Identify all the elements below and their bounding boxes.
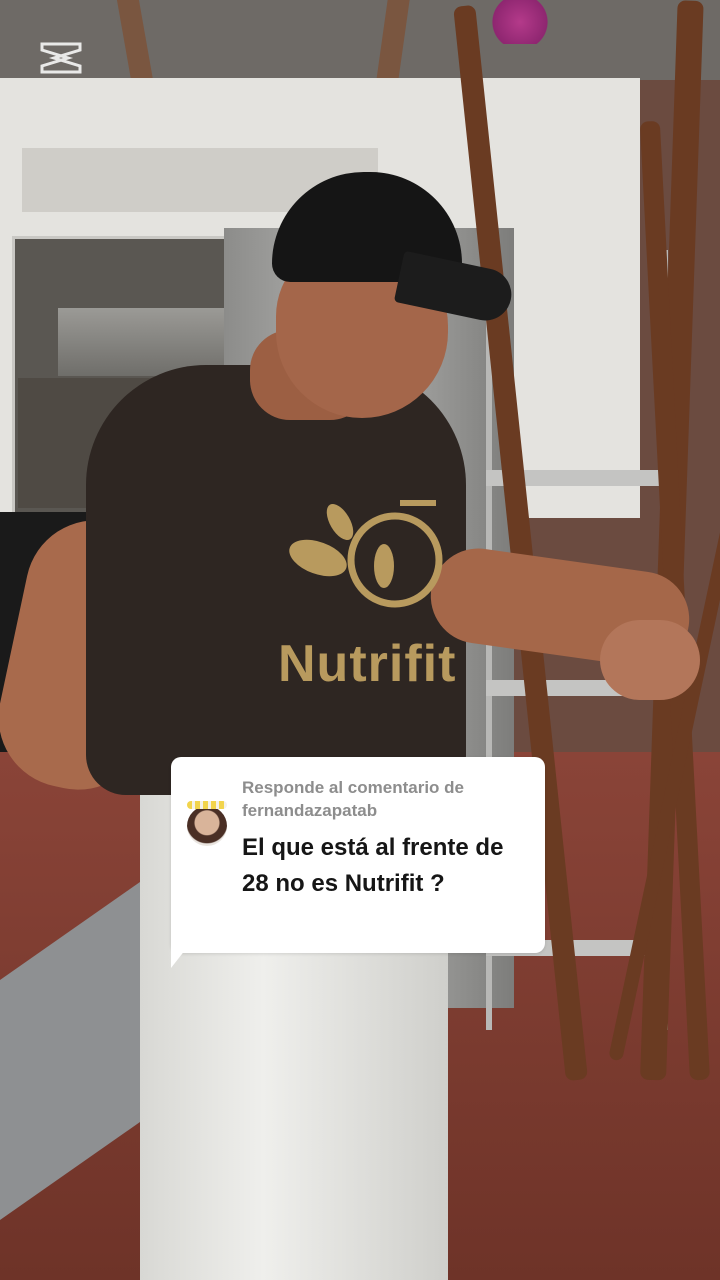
shirt-brand-text: Nutrifit [278, 635, 457, 693]
avatar-flower-crown [187, 801, 227, 809]
video-frame: Nutrifit [0, 0, 720, 1280]
reply-header-label: Responde al comentario de [242, 778, 464, 797]
avatar-icon[interactable] [187, 806, 227, 846]
person-right-hand [600, 620, 700, 700]
leaves-fork-icon [289, 500, 443, 608]
capcut-logo-icon [40, 42, 82, 74]
reply-comment-text: El que está al frente de 28 no es Nutrif… [242, 834, 504, 897]
pink-flower [488, 0, 552, 44]
reply-card-header: Responde al comentario de fernandazapata… [242, 776, 532, 822]
ceiling [0, 0, 720, 80]
reply-card-tail [171, 940, 193, 968]
reply-username[interactable]: fernandazapatab [242, 799, 532, 822]
